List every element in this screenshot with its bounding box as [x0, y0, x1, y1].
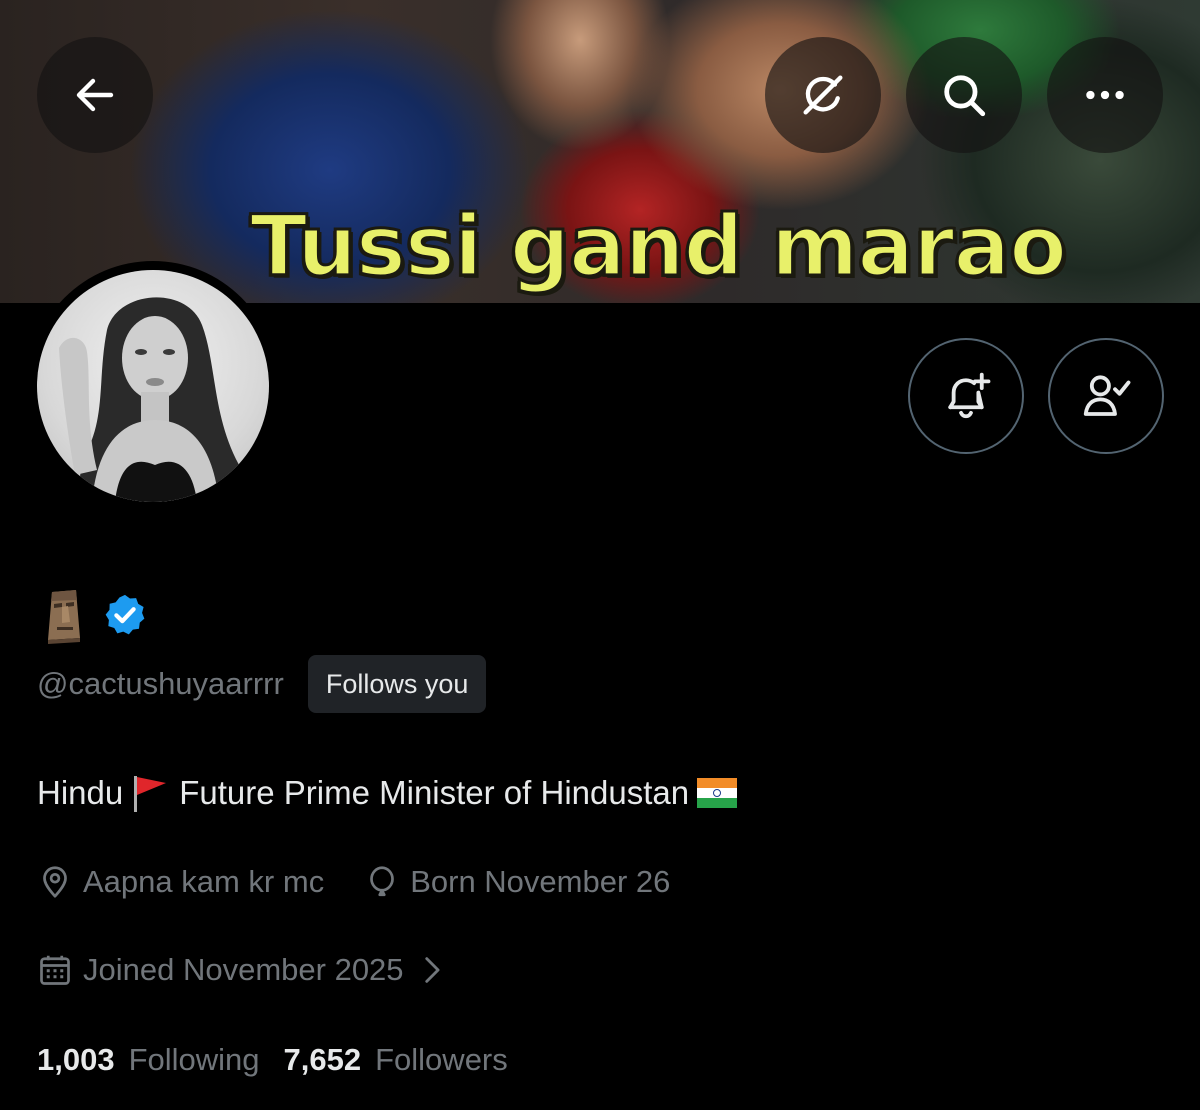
notifications-button[interactable]: [908, 338, 1024, 454]
profile-banner[interactable]: Tussi gand marao: [0, 0, 1200, 303]
location-item: Aapna kam kr mc: [37, 864, 324, 900]
grok-icon: [803, 75, 843, 115]
moai-emoji: [48, 590, 80, 644]
following-label[interactable]: Following: [129, 1042, 260, 1078]
following-count[interactable]: 1,003: [37, 1042, 115, 1078]
following-button[interactable]: [1048, 338, 1164, 454]
profile-meta-row-1: Aapna kam kr mc Born November 26: [37, 858, 670, 906]
display-name-row: [40, 586, 148, 644]
grok-button[interactable]: [765, 37, 881, 153]
search-button[interactable]: [906, 37, 1022, 153]
bio: Hindu Future Prime Minister of Hindustan: [37, 770, 738, 816]
person-check-icon: [1083, 375, 1131, 416]
bell-plus-icon: [948, 372, 991, 419]
location-pin-icon: [43, 866, 67, 898]
arrow-left-icon: [76, 78, 114, 112]
chevron-right-icon: [424, 957, 440, 983]
red-flag-emoji: [134, 776, 167, 812]
search-icon: [944, 75, 986, 117]
back-button[interactable]: [37, 37, 153, 153]
profile-meta-row-2[interactable]: Joined November 2025: [37, 946, 458, 994]
birthday-item: Born November 26: [364, 864, 670, 900]
follow-stats: 1,003 Following 7,652 Followers: [37, 1036, 508, 1084]
india-flag-emoji: [697, 778, 738, 808]
birthday-text: Born November 26: [410, 864, 671, 899]
followers-count[interactable]: 7,652: [284, 1042, 362, 1078]
avatar[interactable]: [37, 270, 269, 502]
location-text: Aapna kam kr mc: [83, 864, 325, 899]
user-handle: @cactushuyaarrrr: [37, 666, 284, 701]
balloon-icon: [370, 866, 395, 897]
bio-text-1: Hindu: [37, 774, 124, 811]
banner-caption: Tussi gand marao: [249, 196, 1069, 297]
followers-label[interactable]: Followers: [375, 1042, 508, 1078]
follows-you-badge: Follows you: [307, 655, 487, 713]
more-button[interactable]: [1047, 37, 1163, 153]
calendar-icon: [40, 955, 70, 985]
joined-text: Joined November 2025: [83, 952, 404, 987]
verified-badge-icon[interactable]: [102, 592, 148, 638]
bio-text-2: Future Prime Minister of Hindustan: [179, 774, 690, 811]
joined-item[interactable]: Joined November 2025: [37, 952, 458, 988]
more-horizontal-icon: [1086, 90, 1124, 100]
handle-row: @cactushuyaarrrr Follows you: [37, 655, 487, 713]
